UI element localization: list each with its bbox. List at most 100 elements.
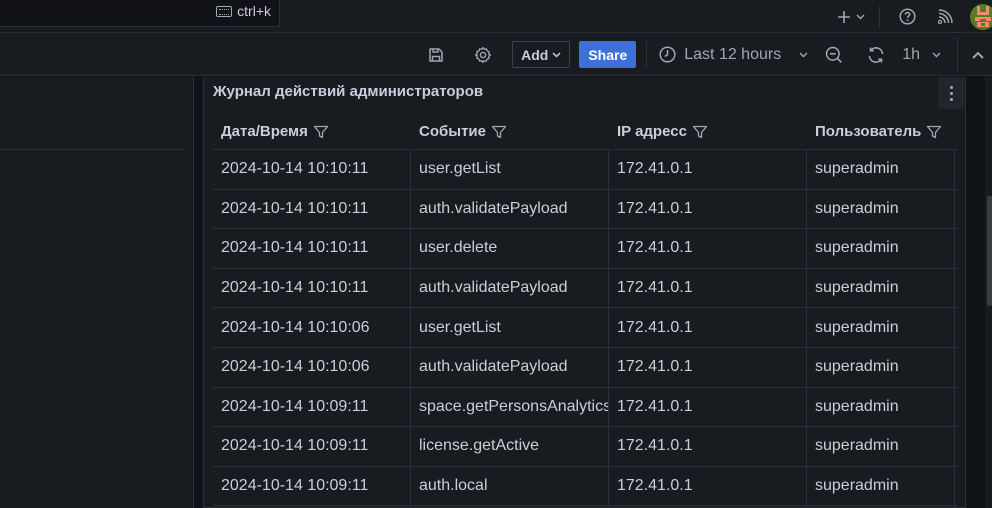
save-icon bbox=[429, 47, 443, 62]
cell-event: user.getList bbox=[411, 150, 609, 189]
cell-event: auth.local bbox=[411, 466, 609, 506]
table-row[interactable]: 2024-10-14 10:10:11 user.getList 172.41.… bbox=[213, 150, 958, 190]
zoom-out-time-range-button[interactable] bbox=[818, 39, 850, 71]
refresh-interval-picker[interactable]: 1h bbox=[896, 39, 947, 71]
cell-user: superadmin bbox=[815, 397, 899, 415]
add-button-label: Add bbox=[521, 46, 549, 63]
panel-menu-button[interactable] bbox=[938, 77, 964, 109]
refresh-icon bbox=[868, 46, 884, 63]
chevron-up-icon bbox=[972, 51, 984, 59]
search-bar[interactable]: ctrl+k bbox=[0, 0, 280, 27]
clock-icon bbox=[659, 46, 676, 63]
column-header-label: Пользователь bbox=[815, 123, 922, 140]
top-bar: ctrl+k bbox=[0, 0, 992, 33]
time-range-picker[interactable]: Last 12 hours bbox=[659, 39, 812, 71]
cell-datetime: 2024-10-14 10:09:11 bbox=[213, 466, 411, 506]
cell-event: auth.validatePayload bbox=[411, 189, 609, 229]
share-button-label: Share bbox=[588, 46, 628, 63]
page-scrollbar-thumb[interactable] bbox=[987, 196, 992, 306]
column-header-user[interactable]: Пользователь bbox=[807, 114, 958, 149]
table-body: 2024-10-14 10:10:11 user.getList 172.41.… bbox=[213, 150, 958, 507]
plus-icon bbox=[838, 10, 850, 23]
cell-datetime: 2024-10-14 10:10:06 bbox=[213, 347, 411, 387]
cell-ip: 172.41.0.1 bbox=[609, 308, 807, 347]
cell-datetime: 2024-10-14 10:09:11 bbox=[213, 387, 411, 427]
filter-icon[interactable] bbox=[926, 124, 942, 140]
cell-ip: 172.41.0.1 bbox=[609, 189, 807, 229]
keyboard-icon bbox=[216, 5, 233, 17]
cell-event: license.getActive bbox=[411, 427, 609, 466]
table-row[interactable]: 2024-10-14 10:10:06 user.getList 172.41.… bbox=[213, 308, 958, 348]
cell-user: superadmin bbox=[815, 318, 899, 336]
collapse-toolbar-button[interactable] bbox=[964, 39, 992, 71]
table-header: Дата/Время Событие IP адресс Пользовател… bbox=[213, 114, 958, 150]
cell-datetime: 2024-10-14 10:10:11 bbox=[213, 189, 411, 229]
cell-datetime: 2024-10-14 10:09:11 bbox=[213, 427, 411, 466]
cell-event: user.delete bbox=[411, 229, 609, 268]
chevron-down-icon bbox=[932, 52, 941, 57]
cell-ip: 172.41.0.1 bbox=[609, 387, 807, 427]
time-range-label: Last 12 hours bbox=[684, 45, 782, 63]
cell-ip: 172.41.0.1 bbox=[609, 466, 807, 506]
cell-ip: 172.41.0.1 bbox=[609, 150, 807, 189]
add-button[interactable]: Add bbox=[512, 41, 571, 68]
cell-user: superadmin bbox=[815, 437, 899, 455]
table-row[interactable]: 2024-10-14 10:10:06 auth.validatePayload… bbox=[213, 347, 958, 388]
help-icon bbox=[898, 8, 916, 25]
cell-ip: 172.41.0.1 bbox=[609, 268, 807, 308]
rss-icon bbox=[937, 8, 953, 24]
filter-icon[interactable] bbox=[692, 124, 708, 140]
cell-event: space.getPersonsAnalytics bbox=[411, 387, 609, 427]
cell-datetime: 2024-10-14 10:10:11 bbox=[213, 229, 411, 268]
refresh-button[interactable] bbox=[860, 39, 892, 71]
search-shortcut-label: ctrl+k bbox=[237, 3, 271, 19]
cell-user: superadmin bbox=[815, 199, 899, 217]
refresh-interval-label: 1h bbox=[902, 45, 920, 63]
avatar-image bbox=[975, 5, 991, 27]
chevron-down-icon bbox=[856, 14, 865, 19]
search-shortcut-hint: ctrl+k bbox=[216, 3, 271, 19]
top-right-actions bbox=[831, 0, 992, 33]
cell-event: auth.validatePayload bbox=[411, 268, 609, 308]
cell-user: superadmin bbox=[815, 160, 899, 178]
table-row[interactable]: 2024-10-14 10:10:11 auth.validatePayload… bbox=[213, 268, 958, 309]
filter-icon[interactable] bbox=[313, 124, 329, 140]
table-row[interactable]: 2024-10-14 10:10:11 auth.validatePayload… bbox=[213, 189, 958, 230]
help-button[interactable] bbox=[888, 3, 926, 31]
dashboard-toolbar: Add Share Last 12 hours 1h bbox=[0, 33, 992, 76]
panel-gutter bbox=[194, 77, 203, 508]
more-vertical-icon bbox=[949, 85, 953, 101]
cell-event: user.getList bbox=[411, 308, 609, 347]
filter-icon[interactable] bbox=[491, 124, 507, 140]
cell-ip: 172.41.0.1 bbox=[609, 229, 807, 268]
user-avatar[interactable] bbox=[970, 3, 992, 30]
cell-event: auth.validatePayload bbox=[411, 347, 609, 387]
column-header-datetime[interactable]: Дата/Время bbox=[213, 114, 411, 149]
table-row[interactable]: 2024-10-14 10:09:11 license.getActive 17… bbox=[213, 427, 958, 467]
divider bbox=[0, 149, 184, 150]
column-header-label: IP адресс bbox=[617, 123, 687, 140]
table-row[interactable]: 2024-10-14 10:10:11 user.delete 172.41.0… bbox=[213, 229, 958, 269]
table-row[interactable]: 2024-10-14 10:09:11 auth.local 172.41.0.… bbox=[213, 466, 958, 507]
divider bbox=[879, 5, 880, 28]
cell-user: superadmin bbox=[815, 358, 899, 376]
cell-ip: 172.41.0.1 bbox=[609, 427, 807, 466]
new-menu-button[interactable] bbox=[831, 3, 871, 31]
admin-log-panel: Журнал действий администраторов Дата/Вре… bbox=[203, 77, 966, 508]
column-header-label: Дата/Время bbox=[221, 123, 308, 140]
save-dashboard-button[interactable] bbox=[420, 39, 452, 71]
cell-datetime: 2024-10-14 10:10:11 bbox=[213, 150, 411, 189]
column-header-label: Событие bbox=[419, 123, 486, 140]
divider bbox=[646, 41, 648, 68]
table-row[interactable]: 2024-10-14 10:09:11 space.getPersonsAnal… bbox=[213, 387, 958, 428]
cell-user: superadmin bbox=[815, 239, 899, 257]
column-header-event[interactable]: Событие bbox=[411, 114, 609, 149]
share-button[interactable]: Share bbox=[579, 41, 637, 68]
admin-log-table: Дата/Время Событие IP адресс Пользовател… bbox=[213, 114, 958, 507]
column-header-ip[interactable]: IP адресс bbox=[609, 114, 807, 149]
cell-datetime: 2024-10-14 10:10:06 bbox=[213, 308, 411, 347]
left-panel bbox=[0, 77, 194, 508]
news-button[interactable] bbox=[926, 3, 964, 31]
cell-user: superadmin bbox=[815, 477, 899, 495]
dashboard-settings-button[interactable] bbox=[467, 39, 499, 71]
